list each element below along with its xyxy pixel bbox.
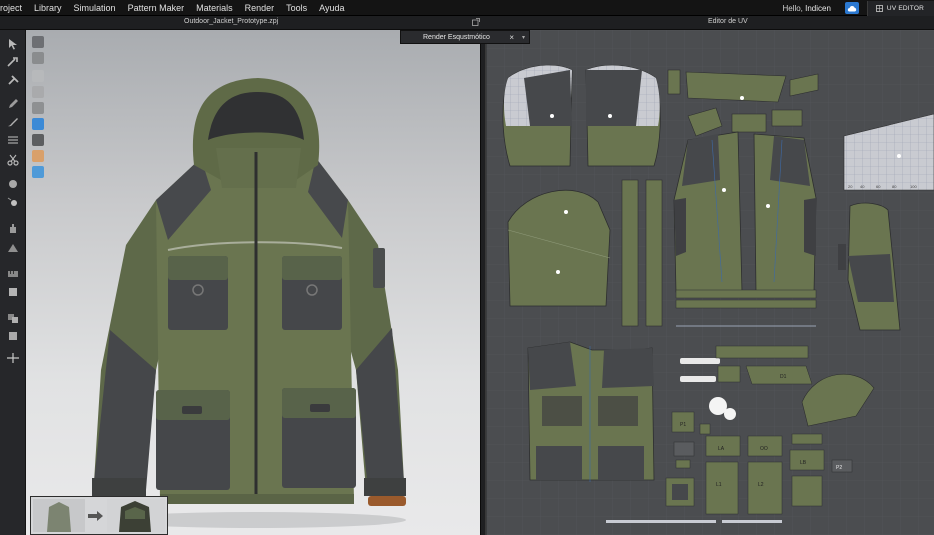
menu-tools[interactable]: Tools bbox=[280, 3, 313, 13]
uv-piece-front-yoke-left bbox=[502, 65, 573, 167]
menu-materials[interactable]: Materials bbox=[190, 3, 239, 13]
menu-simulation[interactable]: Simulation bbox=[68, 3, 122, 13]
uv-piece-front-yoke-right bbox=[585, 65, 661, 167]
svg-text:L2: L2 bbox=[758, 482, 764, 488]
square-tool-icon[interactable] bbox=[6, 330, 20, 342]
menu-ayuda[interactable]: Ayuda bbox=[313, 3, 350, 13]
uv-grid-icon bbox=[876, 4, 883, 12]
render-tab[interactable]: Render Esqustmótico × ▾ bbox=[400, 30, 530, 44]
menu-pattern-maker[interactable]: Pattern Maker bbox=[122, 3, 191, 13]
menu-render[interactable]: Render bbox=[239, 3, 281, 13]
pencil-tool-icon[interactable] bbox=[6, 98, 20, 110]
cloud-icon bbox=[847, 5, 857, 11]
svg-text:L1: L1 bbox=[716, 482, 722, 488]
camera-icon[interactable] bbox=[32, 36, 44, 48]
greeting-text: Hello, bbox=[782, 3, 803, 13]
chevron-down-icon[interactable]: ▾ bbox=[522, 34, 525, 41]
username[interactable]: Indicen bbox=[805, 4, 831, 13]
viewport-quick-tools bbox=[32, 36, 46, 182]
dot-tool-icon[interactable] bbox=[6, 196, 20, 208]
svg-text:60: 60 bbox=[876, 184, 881, 189]
svg-text:20: 20 bbox=[848, 184, 853, 189]
sphere-tool-icon[interactable] bbox=[6, 178, 20, 190]
lock-icon[interactable] bbox=[32, 134, 44, 146]
svg-text:100: 100 bbox=[910, 184, 917, 189]
brush-tool-icon[interactable] bbox=[6, 116, 20, 128]
avatar-toggle-icon[interactable] bbox=[32, 52, 44, 64]
menu-project[interactable]: roject bbox=[0, 3, 28, 13]
svg-text:LA: LA bbox=[718, 446, 725, 452]
tool-sidebar bbox=[0, 30, 26, 535]
uv-editor-label: UV EDITOR bbox=[886, 4, 924, 12]
scissor-tool-icon[interactable] bbox=[6, 154, 20, 166]
view-thumbnail-strip[interactable] bbox=[30, 496, 168, 535]
panel-header-bar: Outdoor_Jacket_Prototype.zpj Editor de U… bbox=[0, 16, 934, 30]
uv-panel-title: Editor de UV bbox=[708, 18, 748, 25]
close-icon[interactable]: × bbox=[509, 33, 514, 42]
globe-icon[interactable] bbox=[32, 166, 44, 178]
uv-editor-canvas[interactable]: 20 40 60 80 100 D1 P1 LA OO LB L1 L2 P2 bbox=[486, 30, 934, 535]
box-tool-icon[interactable] bbox=[6, 286, 20, 298]
hand-tool-icon[interactable] bbox=[6, 222, 20, 234]
pin-tool-icon[interactable] bbox=[6, 74, 20, 86]
svg-text:80: 80 bbox=[892, 184, 897, 189]
pattern-icon[interactable] bbox=[32, 102, 44, 114]
svg-text:OO: OO bbox=[760, 446, 768, 452]
shirt-icon[interactable] bbox=[32, 70, 44, 82]
uv-editor-button[interactable]: UV EDITOR bbox=[866, 0, 934, 16]
thumbnail-previews[interactable] bbox=[31, 497, 167, 534]
uv-piece-back-body bbox=[527, 341, 655, 482]
svg-text:D1: D1 bbox=[780, 374, 787, 380]
popout-icon[interactable] bbox=[472, 18, 480, 26]
svg-text:P1: P1 bbox=[680, 422, 686, 428]
fold-tool-icon[interactable] bbox=[6, 242, 20, 254]
stitch-icon[interactable] bbox=[32, 118, 44, 130]
fabric-icon[interactable] bbox=[32, 86, 44, 98]
layer-tool-icon[interactable] bbox=[6, 312, 20, 324]
greeting: Hello, Indicen bbox=[782, 4, 830, 13]
avatar-face-icon[interactable] bbox=[32, 150, 44, 162]
render-tab-label: Render Esqustmótico bbox=[423, 33, 490, 41]
measure-tool-icon[interactable] bbox=[6, 268, 20, 280]
account-area: Hello, Indicen UV EDITOR bbox=[782, 0, 934, 16]
file-title: Outdoor_Jacket_Prototype.zpj bbox=[184, 18, 279, 25]
seam-tool-icon[interactable] bbox=[6, 134, 20, 146]
menu-library[interactable]: Library bbox=[28, 3, 68, 13]
cloud-sync-button[interactable] bbox=[844, 2, 859, 14]
3d-viewport[interactable] bbox=[26, 30, 480, 535]
split-tool-icon[interactable] bbox=[6, 352, 20, 364]
uv-piece-hood-side bbox=[507, 189, 611, 307]
menubar: roject Library Simulation Pattern Maker … bbox=[0, 0, 934, 16]
uv-layout[interactable]: 20 40 60 80 100 D1 P1 LA OO LB L1 L2 P2 bbox=[486, 30, 934, 535]
jacket-3d-model[interactable] bbox=[86, 70, 416, 530]
svg-text:LB: LB bbox=[800, 460, 807, 466]
svg-text:40: 40 bbox=[860, 184, 865, 189]
select-tool-icon[interactable] bbox=[6, 38, 20, 50]
transform-tool-icon[interactable] bbox=[6, 56, 20, 68]
svg-text:P2: P2 bbox=[836, 465, 842, 471]
